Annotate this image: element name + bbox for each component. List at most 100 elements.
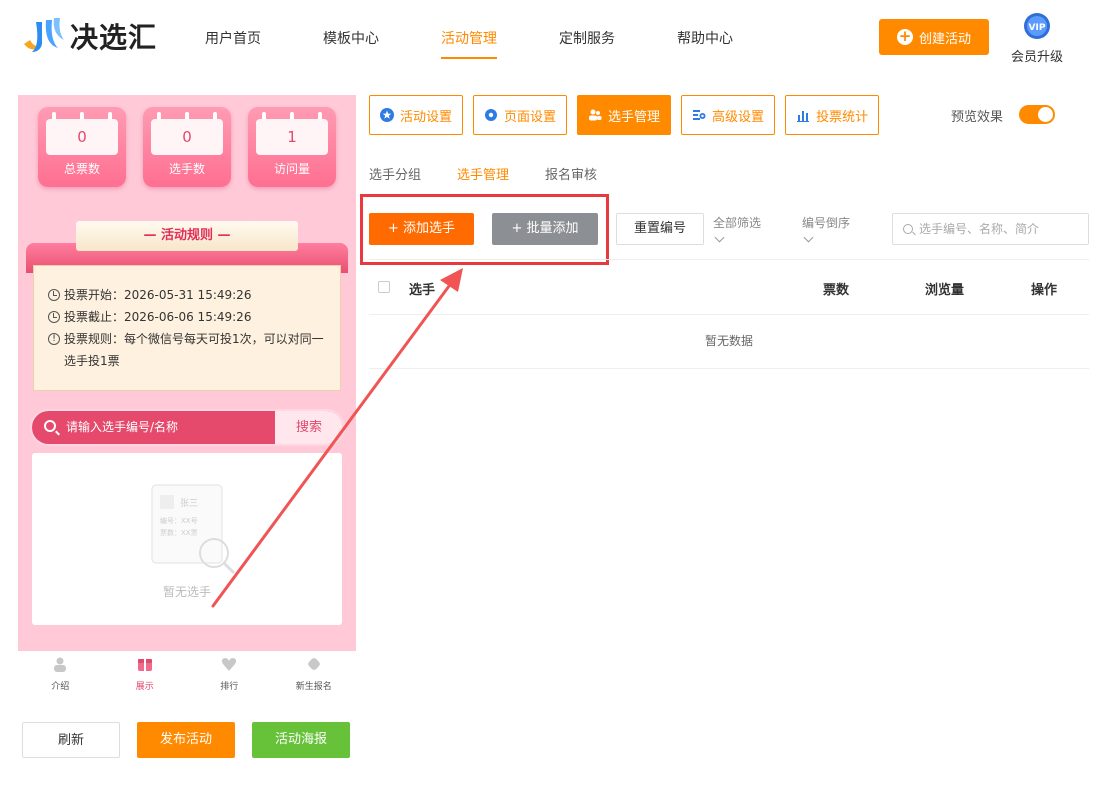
rule-vote: ! 投票规则：每个微信号每天可投1次，可以对同一选手投1票 [48, 328, 330, 372]
settings-icon [693, 110, 706, 120]
preview-tab-signup[interactable]: 新生报名 [272, 651, 357, 696]
person-icon [54, 657, 67, 672]
tab-contestant-management[interactable]: 选手管理 [577, 95, 672, 135]
preview-tab-label: 排行 [220, 682, 239, 692]
preview-tab-display[interactable]: 展示 [103, 651, 188, 696]
rules-title: — 活动规则 — [76, 221, 298, 251]
stat-value: 0 [46, 119, 118, 155]
empty-card-line2: 票数：XX票 [160, 528, 198, 537]
search-icon [903, 224, 913, 234]
rule-end-text: 投票截止：2026-06-06 15:49:26 [64, 310, 252, 324]
subtab-signup-review[interactable]: 报名审核 [545, 164, 597, 183]
header: 决选汇 用户首页 模板中心 活动管理 定制服务 帮助中心 + 创建活动 VIP … [0, 0, 1111, 80]
subtab-contestant-groups[interactable]: 选手分组 [369, 164, 421, 183]
rule-start-text: 投票开始：2026-05-31 15:49:26 [64, 288, 252, 302]
activity-poster-button[interactable]: 活动海报 [252, 722, 350, 758]
subtab-contestant-management[interactable]: 选手管理 [457, 164, 510, 196]
preview-actions: 刷新 发布活动 活动海报 [22, 722, 367, 758]
vip-label: 会员升级 [1010, 50, 1063, 65]
refresh-button[interactable]: 刷新 [22, 722, 120, 758]
stat-card-contestants: 0 选手数 [143, 107, 231, 187]
rules-body: 投票开始：2026-05-31 15:49:26 投票截止：2026-06-06… [33, 265, 341, 391]
nav-item-activity-management[interactable]: 活动管理 [441, 28, 497, 59]
preview-search-placeholder: 请输入选手编号/名称 [66, 420, 179, 434]
rule-start: 投票开始：2026-05-31 15:49:26 [48, 284, 330, 306]
nav-item-custom-service[interactable]: 定制服务 [559, 28, 615, 48]
tab-label: 高级设置 [712, 109, 765, 125]
preview-effect-toggle[interactable] [1019, 105, 1055, 124]
preview-tab-label: 展示 [135, 682, 154, 692]
tab-advanced-settings[interactable]: 高级设置 [681, 95, 776, 135]
stat-card-visits: 1 访问量 [248, 107, 336, 187]
preview-search-bar[interactable]: 请输入选手编号/名称 搜索 [32, 411, 343, 444]
logo[interactable]: 决选汇 [18, 14, 157, 58]
tab-label: 投票统计 [816, 109, 869, 125]
gear-icon [485, 109, 498, 121]
tag-icon [307, 658, 320, 670]
clock-icon [48, 289, 60, 301]
vip-badge-icon: VIP [1024, 13, 1050, 39]
tab-label: 活动设置 [400, 109, 453, 125]
sub-tabs: 选手分组 选手管理 报名审核 [369, 164, 633, 196]
annotation-highlight-box [360, 194, 609, 265]
preview-tab-bar: 介绍 展示 排行 新生报名 [18, 651, 356, 696]
filter-dropdown[interactable]: 全部筛选 [713, 214, 762, 243]
contestant-search-input[interactable] [919, 214, 1084, 244]
rule-end: 投票截止：2026-06-06 15:49:26 [48, 306, 330, 328]
column-views: 浏览量 [925, 283, 965, 298]
tab-label: 选手管理 [608, 109, 661, 125]
chevron-down-icon [803, 232, 814, 243]
column-votes: 票数 [823, 283, 850, 298]
preview-search-button[interactable]: 搜索 [275, 411, 343, 444]
users-icon [589, 109, 602, 121]
heart-icon [222, 658, 237, 671]
column-contestant: 选手 [409, 283, 436, 298]
contestant-search [892, 213, 1089, 245]
info-icon: ! [48, 333, 60, 345]
stat-label: 选手数 [168, 162, 205, 176]
stat-value: 1 [256, 119, 328, 155]
logo-icon [24, 18, 64, 52]
preview-tab-label: 介绍 [51, 682, 70, 692]
empty-document-icon: 张三 编号：XX号 票数：XX票 [151, 484, 236, 575]
star-icon [380, 108, 394, 122]
create-activity-label: 创建活动 [918, 31, 971, 47]
settings-toolbar: 活动设置 页面设置 选手管理 高级设置 投票统计 [369, 95, 889, 135]
stat-value: 0 [151, 119, 223, 155]
preview-effect-label: 预览效果 [951, 110, 1004, 125]
plus-circle-icon: + [896, 27, 913, 45]
select-all-checkbox[interactable] [378, 281, 390, 293]
stat-label: 访问量 [273, 162, 310, 176]
create-activity-button[interactable]: + 创建活动 [879, 19, 989, 55]
tab-page-settings[interactable]: 页面设置 [473, 95, 568, 135]
preview-tab-intro[interactable]: 介绍 [18, 651, 103, 696]
column-actions: 操作 [1031, 283, 1058, 298]
stat-card-total-votes: 0 总票数 [38, 107, 126, 187]
nav-item-templates[interactable]: 模板中心 [323, 28, 379, 48]
empty-contestants-text: 暂无选手 [162, 585, 211, 599]
mobile-preview: 0 总票数 0 选手数 1 访问量 投票开始：2026-05-31 15:49:… [18, 95, 356, 651]
nav-item-home[interactable]: 用户首页 [205, 28, 261, 48]
tab-activity-settings[interactable]: 活动设置 [369, 95, 464, 135]
rule-vote-text: 投票规则：每个微信号每天可投1次，可以对同一选手投1票 [64, 332, 324, 368]
vip-upgrade[interactable]: VIP 会员升级 [1008, 12, 1066, 65]
preview-tab-ranking[interactable]: 排行 [187, 651, 272, 696]
filter-dropdown-label: 全部筛选 [713, 216, 762, 230]
tab-label: 页面设置 [504, 109, 557, 125]
sort-dropdown-label: 编号倒序 [802, 216, 851, 230]
stat-label: 总票数 [63, 162, 100, 176]
reset-number-button[interactable]: 重置编号 [616, 213, 704, 245]
preview-tab-label: 新生报名 [295, 682, 332, 692]
empty-card-name: 张三 [180, 498, 198, 509]
nav-item-help[interactable]: 帮助中心 [677, 28, 733, 48]
sort-dropdown[interactable]: 编号倒序 [802, 214, 851, 243]
rules-panel: 投票开始：2026-05-31 15:49:26 投票截止：2026-06-06… [26, 221, 348, 411]
bar-chart-icon [797, 111, 810, 122]
search-icon [44, 420, 56, 432]
tab-vote-statistics[interactable]: 投票统计 [785, 95, 880, 135]
table-empty-row: 暂无数据 [369, 315, 1089, 369]
clock-icon [48, 311, 60, 323]
publish-activity-button[interactable]: 发布活动 [137, 722, 235, 758]
contestant-list-empty: 张三 编号：XX号 票数：XX票 暂无选手 [32, 453, 342, 625]
vip-badge-text: VIP [1029, 23, 1046, 33]
